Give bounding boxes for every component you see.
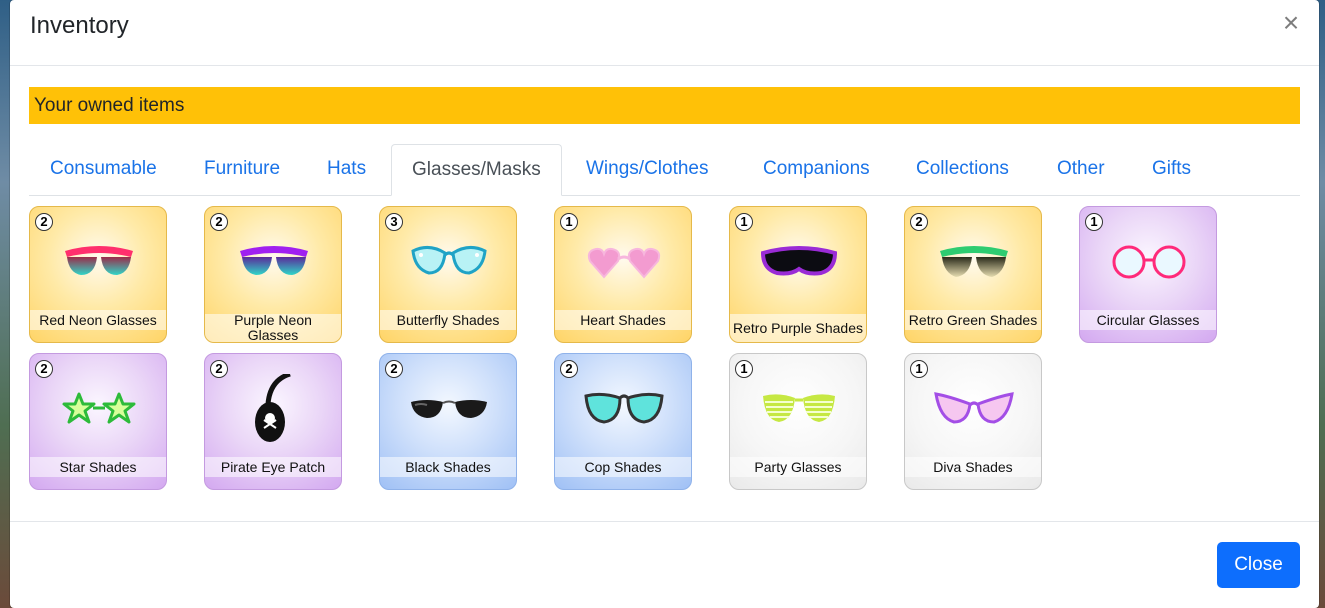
item-tile[interactable]: 2 Purple Neon Glasses	[204, 206, 342, 343]
item-name: Circular Glasses	[1080, 310, 1216, 330]
item-name: Purple Neon Glasses	[205, 313, 341, 342]
item-name: Cop Shades	[555, 457, 691, 477]
tab-other[interactable]: Other	[1057, 144, 1105, 196]
item-tile[interactable]: 2 Red Neon Glasses	[29, 206, 167, 343]
item-name: Retro Purple Shades	[730, 314, 866, 342]
heart-shades-icon	[587, 247, 661, 279]
item-count-badge: 1	[735, 360, 753, 378]
close-icon[interactable]: ×	[1278, 9, 1304, 37]
cop-shades-icon	[584, 392, 664, 424]
owned-items-banner: Your owned items	[29, 87, 1300, 124]
diva-shades-icon	[934, 392, 1014, 424]
item-count-badge: 2	[560, 360, 578, 378]
item-count-badge: 1	[735, 213, 753, 231]
circular-glasses-icon	[1112, 245, 1186, 279]
footer-divider	[10, 521, 1319, 522]
item-count-badge: 1	[560, 213, 578, 231]
item-name: Heart Shades	[555, 310, 691, 330]
tab-gifts[interactable]: Gifts	[1152, 144, 1191, 196]
red-neon-glasses-icon	[65, 246, 133, 275]
black-shades-icon	[411, 400, 487, 418]
item-tile[interactable]: 2 Retro Green Shades	[904, 206, 1042, 343]
item-tile[interactable]: 2 Black Shades	[379, 353, 517, 490]
tab-consumable[interactable]: Consumable	[50, 144, 157, 196]
category-tabs: Consumable Furniture Hats Glasses/Masks …	[29, 144, 1300, 196]
item-tile[interactable]: 1 Heart Shades	[554, 206, 692, 343]
pirate-eye-patch-icon	[255, 374, 291, 442]
tab-hats[interactable]: Hats	[327, 144, 366, 196]
item-name: Star Shades	[30, 457, 166, 477]
tab-collections[interactable]: Collections	[916, 144, 1009, 196]
item-name: Pirate Eye Patch	[205, 457, 341, 477]
inventory-modal: Inventory × Your owned items Consumable …	[10, 0, 1319, 608]
purple-neon-glasses-icon	[240, 246, 308, 275]
tab-furniture[interactable]: Furniture	[204, 144, 280, 196]
item-tile[interactable]: 1 Party Glasses	[729, 353, 867, 490]
star-shades-icon	[62, 392, 136, 424]
item-name: Retro Green Shades	[905, 310, 1041, 330]
item-tile[interactable]: 1 Circular Glasses	[1079, 206, 1217, 343]
retro-green-shades-icon	[940, 246, 1008, 277]
item-name: Butterfly Shades	[380, 310, 516, 330]
item-tile[interactable]: 2 Cop Shades	[554, 353, 692, 490]
item-count-badge: 2	[385, 360, 403, 378]
item-tile[interactable]: 3 Butterfly Shades	[379, 206, 517, 343]
item-count-badge: 2	[35, 213, 53, 231]
item-count-badge: 2	[210, 213, 228, 231]
item-tile[interactable]: 1 Retro Purple Shades	[729, 206, 867, 343]
item-count-badge: 2	[210, 360, 228, 378]
item-count-badge: 2	[35, 360, 53, 378]
item-name: Diva Shades	[905, 457, 1041, 477]
item-tile[interactable]: 2 Star Shades	[29, 353, 167, 490]
item-tile[interactable]: 1 Diva Shades	[904, 353, 1042, 490]
item-name: Red Neon Glasses	[30, 310, 166, 330]
item-count-badge: 1	[1085, 213, 1103, 231]
item-count-badge: 1	[910, 360, 928, 378]
close-button[interactable]: Close	[1217, 542, 1300, 588]
butterfly-shades-icon	[411, 246, 487, 275]
modal-title: Inventory	[30, 12, 129, 39]
item-name: Party Glasses	[730, 457, 866, 477]
tab-wings-clothes[interactable]: Wings/Clothes	[586, 144, 709, 196]
modal-header: Inventory ×	[10, 0, 1319, 66]
item-tile[interactable]: 2 Pirate Eye Patch	[204, 353, 342, 490]
tab-glasses-masks[interactable]: Glasses/Masks	[391, 144, 562, 196]
tab-companions[interactable]: Companions	[763, 144, 870, 196]
party-glasses-icon	[763, 394, 835, 422]
item-count-badge: 2	[910, 213, 928, 231]
retro-purple-shades-icon	[760, 246, 838, 276]
item-name: Black Shades	[380, 457, 516, 477]
item-count-badge: 3	[385, 213, 403, 231]
